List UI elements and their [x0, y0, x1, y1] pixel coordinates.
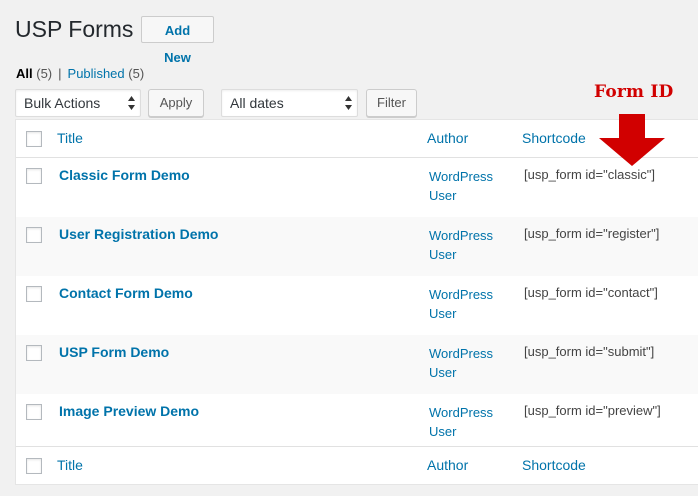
table-row: USP Form Demo WordPress User [usp_form id… [16, 335, 698, 394]
row-title-link[interactable]: User Registration Demo [59, 226, 218, 242]
row-checkbox[interactable] [26, 168, 42, 184]
add-new-button[interactable]: Add New [141, 16, 214, 65]
view-published[interactable]: Published (5) [68, 66, 145, 81]
row-shortcode: [usp_form id="classic"] [524, 167, 655, 182]
table-row: Image Preview Demo WordPress User [usp_fo… [16, 394, 698, 453]
column-author-footer[interactable]: Author [427, 457, 468, 473]
filter-button[interactable]: Filter [366, 89, 417, 117]
column-author[interactable]: Author [427, 130, 468, 146]
view-all-label: All [16, 66, 33, 81]
page-title: USP Forms [15, 16, 134, 42]
row-shortcode: [usp_form id="preview"] [524, 403, 661, 418]
row-shortcode: [usp_form id="register"] [524, 226, 660, 241]
row-title-link[interactable]: USP Form Demo [59, 344, 169, 360]
down-arrow-icon [599, 114, 665, 166]
row-checkbox[interactable] [26, 404, 42, 420]
view-published-label: Published [67, 66, 125, 81]
row-title-link[interactable]: Contact Form Demo [59, 285, 193, 301]
select-all-checkbox-footer[interactable] [26, 458, 42, 474]
apply-button[interactable]: Apply [148, 89, 204, 117]
author-last: User [429, 306, 457, 321]
column-shortcode-footer[interactable]: Shortcode [522, 457, 586, 473]
author-first: WordPress [429, 169, 494, 184]
row-author-link[interactable]: WordPress User [429, 344, 509, 382]
author-first: WordPress [429, 346, 494, 361]
row-shortcode: [usp_form id="contact"] [524, 285, 658, 300]
author-first: WordPress [429, 287, 494, 302]
column-title[interactable]: Title [57, 130, 83, 146]
row-title-link[interactable]: Image Preview Demo [59, 403, 199, 419]
author-last: User [429, 247, 457, 262]
table-row: Contact Form Demo WordPress User [usp_for… [16, 276, 698, 335]
bulk-actions-select[interactable]: Bulk Actions [15, 89, 141, 117]
row-author-link[interactable]: WordPress User [429, 167, 509, 205]
form-id-annotation: Form ID [594, 82, 674, 102]
table-row: User Registration Demo WordPress User [us… [16, 217, 698, 276]
select-arrows-icon [128, 96, 135, 110]
bulk-actions-value: Bulk Actions [24, 95, 101, 111]
select-all-checkbox[interactable] [26, 131, 42, 147]
table-row: Classic Form Demo WordPress User [usp_for… [16, 158, 698, 217]
view-all[interactable]: All (5) [16, 66, 52, 81]
author-last: User [429, 365, 457, 380]
table-header: Title Author Shortcode [16, 120, 698, 158]
row-title-link[interactable]: Classic Form Demo [59, 167, 190, 183]
table-footer: Title Author Shortcode [16, 446, 698, 484]
author-last: User [429, 188, 457, 203]
column-shortcode[interactable]: Shortcode [522, 130, 586, 146]
forms-table: Title Author Shortcode Classic Form Demo… [15, 119, 698, 485]
row-shortcode: [usp_form id="submit"] [524, 344, 655, 359]
select-arrows-icon [345, 96, 352, 110]
row-author-link[interactable]: WordPress User [429, 285, 509, 323]
view-published-count: (5) [128, 66, 145, 81]
views-separator: | [58, 66, 62, 81]
author-first: WordPress [429, 228, 494, 243]
row-author-link[interactable]: WordPress User [429, 403, 509, 441]
status-views: All (5) | Published (5) [16, 65, 144, 83]
row-checkbox[interactable] [26, 286, 42, 302]
date-filter-select[interactable]: All dates [221, 89, 358, 117]
row-checkbox[interactable] [26, 345, 42, 361]
row-checkbox[interactable] [26, 227, 42, 243]
column-title-footer[interactable]: Title [57, 457, 83, 473]
date-filter-value: All dates [230, 95, 284, 111]
row-author-link[interactable]: WordPress User [429, 226, 509, 264]
view-all-count: (5) [36, 66, 53, 81]
author-first: WordPress [429, 405, 494, 420]
author-last: User [429, 424, 457, 439]
